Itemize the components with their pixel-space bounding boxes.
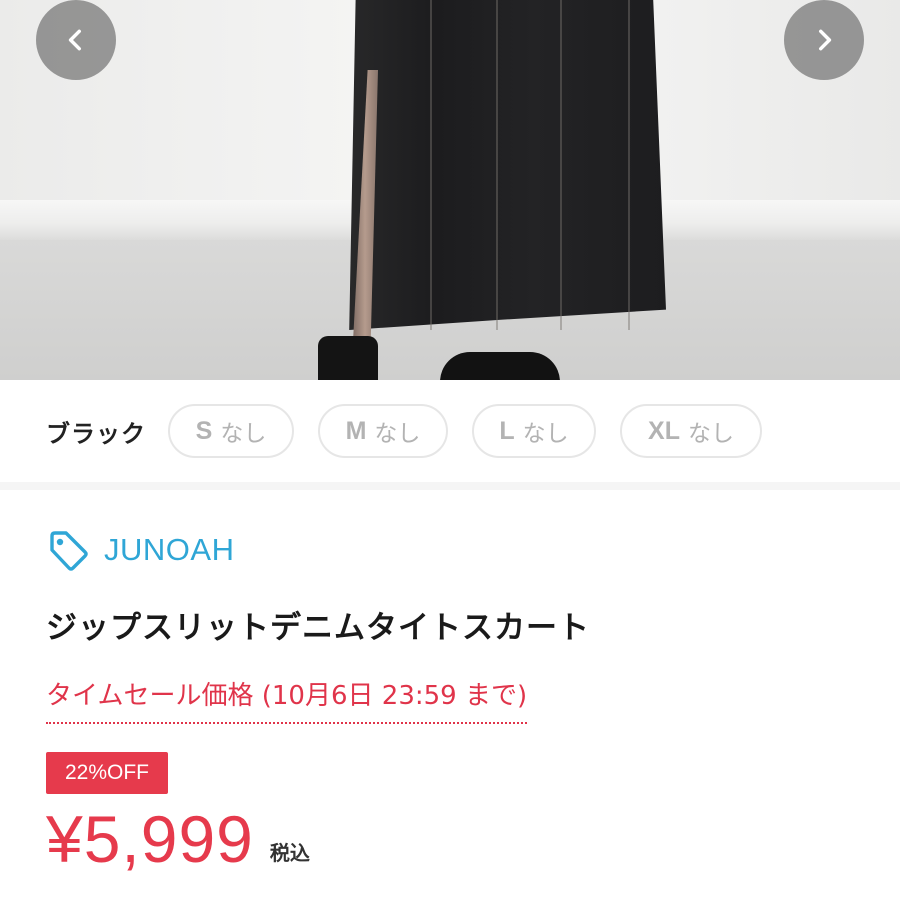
skirt-seam xyxy=(496,0,498,330)
time-sale-note[interactable]: タイムセール価格 (10月6日 23:59 まで) xyxy=(46,675,528,724)
chevron-left-icon xyxy=(68,29,81,51)
size-label: M xyxy=(345,416,367,445)
product-price: ¥5,999 xyxy=(46,802,254,876)
product-photo-skirt xyxy=(349,0,666,330)
product-info: JUNOAH ジップスリットデニムタイトスカート タイムセール価格 (10月6日… xyxy=(0,490,900,872)
price-row: ¥5,999 税込 xyxy=(46,806,854,872)
tag-icon xyxy=(50,531,88,571)
skirt-seam xyxy=(628,0,630,330)
size-label: XL xyxy=(648,416,680,445)
size-chip-m[interactable]: M なし xyxy=(318,404,448,458)
chevron-right-icon xyxy=(819,29,832,51)
size-label: L xyxy=(499,416,515,445)
color-label: ブラック xyxy=(46,419,146,448)
skirt-seam xyxy=(560,0,562,330)
stock-status: なし xyxy=(687,421,734,447)
variant-selector: ブラック S なし M なし L なし XL なし xyxy=(0,380,900,490)
size-chip-s[interactable]: S なし xyxy=(168,404,294,458)
discount-badge: 22%OFF xyxy=(46,752,168,794)
product-title: ジップスリットデニムタイトスカート xyxy=(46,610,590,646)
product-photo-boot xyxy=(440,352,560,380)
carousel-prev-button[interactable] xyxy=(36,0,116,80)
carousel-next-button[interactable] xyxy=(784,0,864,80)
stock-status: なし xyxy=(522,421,569,447)
stock-status: なし xyxy=(220,421,267,447)
product-image-carousel[interactable] xyxy=(0,0,900,380)
brand-link[interactable]: JUNOAH xyxy=(46,528,854,572)
size-label: S xyxy=(195,416,213,445)
tax-label: 税込 xyxy=(269,841,310,865)
brand-name: JUNOAH xyxy=(104,532,235,567)
stock-status: なし xyxy=(374,421,421,447)
size-chip-l[interactable]: L なし xyxy=(472,404,596,458)
size-chip-xl[interactable]: XL なし xyxy=(620,404,762,458)
skirt-seam xyxy=(430,0,432,330)
product-photo-boot xyxy=(318,336,378,380)
